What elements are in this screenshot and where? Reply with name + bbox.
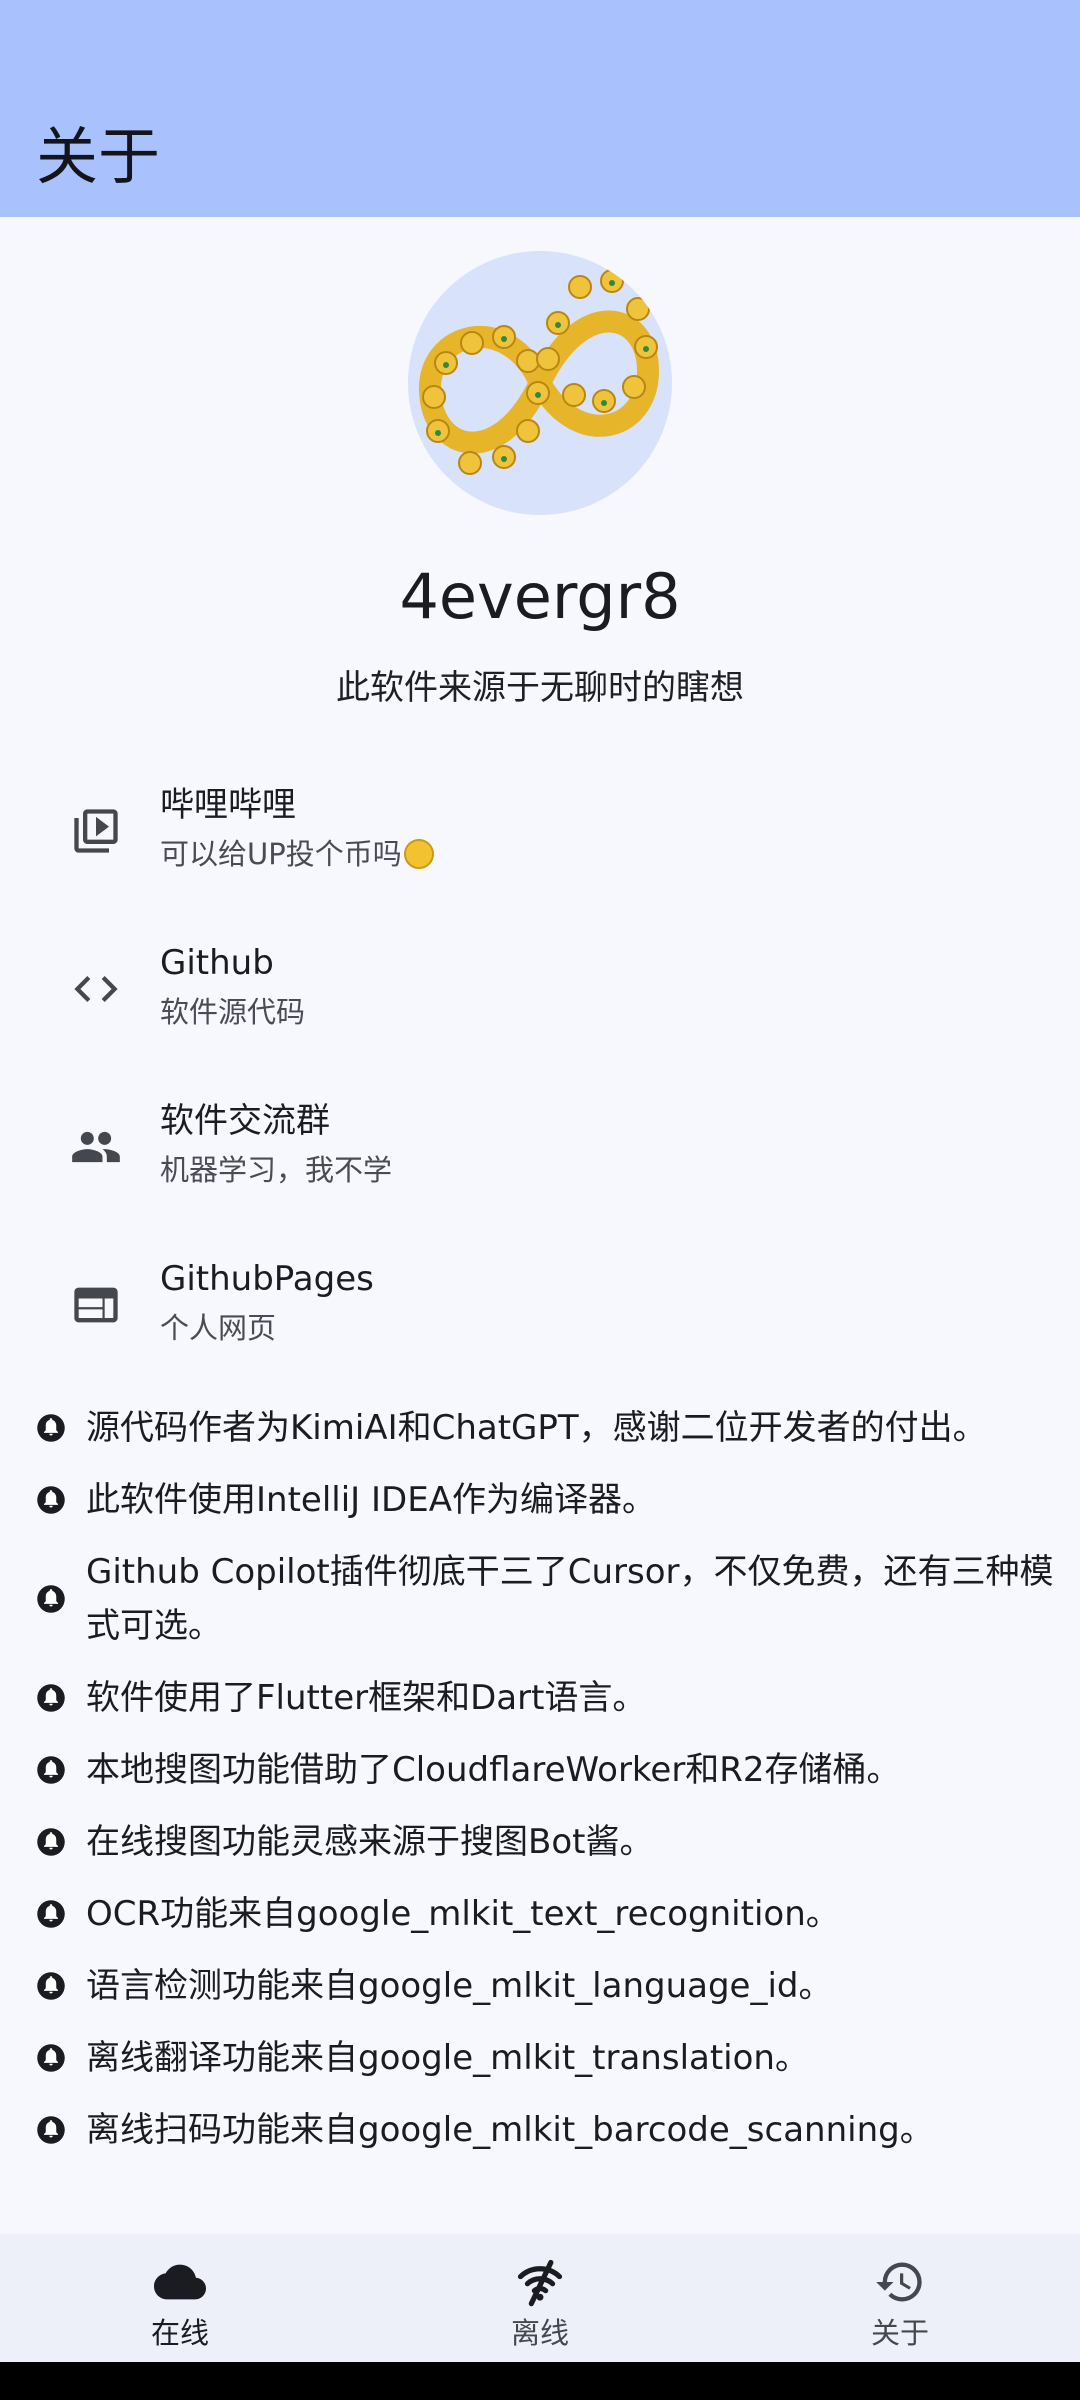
note-text: 软件使用了Flutter框架和Dart语言。 (86, 1678, 647, 1718)
notification-bullet-icon (36, 1827, 66, 1857)
notification-bullet-icon (36, 2115, 66, 2145)
notification-bullet-icon (36, 1584, 66, 1614)
link-title: 哔哩哔哩 (160, 785, 296, 825)
list-item: 源代码作者为KimiAI和ChatGPT，感谢二位开发者的付出。 (0, 1401, 1080, 1455)
list-item: 离线翻译功能来自google_mlkit_translation。 (0, 2031, 1080, 2085)
notification-bullet-icon (36, 2043, 66, 2073)
nav-label: 在线 (150, 2316, 209, 2350)
note-text: 源代码作者为KimiAI和ChatGPT，感谢二位开发者的付出。 (86, 1408, 987, 1448)
note-text: Github Copilot插件彻底干三了Cursor，不仅免费，还有三种模式可… (86, 1552, 1054, 1646)
author-tagline: 此软件来源于无聊时的瞎想 (336, 668, 744, 708)
app-bar: 关于 (0, 0, 1080, 217)
link-title: GithubPages (160, 1259, 374, 1299)
link-subtitle: 机器学习，我不学 (160, 1153, 393, 1187)
video-library-icon (70, 805, 122, 857)
note-text: 离线扫码功能来自google_mlkit_barcode_scanning。 (86, 2110, 934, 2150)
notification-bullet-icon (36, 1971, 66, 2001)
note-text: 在线搜图功能灵感来源于搜图Bot酱。 (86, 1822, 654, 1862)
link-list: 哔哩哔哩 可以给UP投个币吗 Github 软件源代码 软件交流群 机器学习，我… (0, 753, 1080, 1385)
code-icon (70, 963, 122, 1015)
list-item: 软件使用了Flutter框架和Dart语言。 (0, 1671, 1080, 1725)
system-navigation-bar (0, 2362, 1080, 2400)
page-title: 关于 (36, 120, 161, 193)
wifi-off-icon (514, 2256, 566, 2308)
link-item-github[interactable]: Github 软件源代码 (0, 911, 1080, 1069)
notification-bullet-icon (36, 1413, 66, 1443)
nav-label: 离线 (510, 2316, 569, 2350)
note-text: 本地搜图功能借助了CloudflareWorker和R2存储桶。 (86, 1750, 901, 1790)
link-title: 软件交流群 (160, 1101, 330, 1141)
notification-bullet-icon (36, 1899, 66, 1929)
author-name: 4evergr8 (399, 560, 681, 633)
coin-icon (403, 839, 434, 869)
link-item-bilibili[interactable]: 哔哩哔哩 可以给UP投个币吗 (0, 753, 1080, 911)
link-subtitle: 可以给UP投个币吗 (160, 835, 434, 873)
people-icon (70, 1121, 122, 1173)
list-item: Github Copilot插件彻底干三了Cursor，不仅免费，还有三种模式可… (0, 1545, 1080, 1653)
nav-item-about[interactable]: 关于 (720, 2234, 1080, 2362)
list-item: 在线搜图功能灵感来源于搜图Bot酱。 (0, 1815, 1080, 1869)
note-text: OCR功能来自google_mlkit_text_recognition。 (86, 1894, 840, 1934)
link-subtitle: 个人网页 (160, 1311, 277, 1345)
list-item: 语言检测功能来自google_mlkit_language_id。 (0, 1959, 1080, 2013)
cloud-icon (154, 2256, 206, 2308)
about-content[interactable]: 4evergr8 此软件来源于无聊时的瞎想 哔哩哔哩 可以给UP投个币吗 Git… (0, 217, 1080, 2234)
web-icon (70, 1279, 122, 1331)
notification-bullet-icon (36, 1485, 66, 1515)
list-item: 此软件使用IntelliJ IDEA作为编译器。 (0, 1473, 1080, 1527)
notification-bullet-icon (36, 1683, 66, 1713)
bottom-navigation: 在线 离线 关于 (0, 2234, 1080, 2362)
nav-label: 关于 (870, 2316, 929, 2350)
link-title: Github (160, 943, 274, 983)
history-icon (874, 2256, 926, 2308)
nav-item-online[interactable]: 在线 (0, 2234, 360, 2362)
note-text: 离线翻译功能来自google_mlkit_translation。 (86, 2038, 809, 2078)
list-item: 离线扫码功能来自google_mlkit_barcode_scanning。 (0, 2103, 1080, 2157)
note-text: 语言检测功能来自google_mlkit_language_id。 (86, 1966, 833, 2006)
about-screen: 关于 4evergr8 此软件来源于无聊时的瞎想 哔哩哔哩 可以给UP投个币吗 … (0, 0, 1080, 2400)
list-item: OCR功能来自google_mlkit_text_recognition。 (0, 1887, 1080, 1941)
link-item-group[interactable]: 软件交流群 机器学习，我不学 (0, 1069, 1080, 1227)
avatar (408, 251, 672, 515)
link-item-githubpages[interactable]: GithubPages 个人网页 (0, 1227, 1080, 1385)
infinity-crown-icon (418, 269, 660, 475)
notes-list: 源代码作者为KimiAI和ChatGPT，感谢二位开发者的付出。 此软件使用In… (0, 1401, 1080, 2175)
note-text: 此软件使用IntelliJ IDEA作为编译器。 (86, 1480, 656, 1520)
notification-bullet-icon (36, 1755, 66, 1785)
link-subtitle: 软件源代码 (160, 995, 306, 1029)
nav-item-offline[interactable]: 离线 (360, 2234, 720, 2362)
list-item: 本地搜图功能借助了CloudflareWorker和R2存储桶。 (0, 1743, 1080, 1797)
